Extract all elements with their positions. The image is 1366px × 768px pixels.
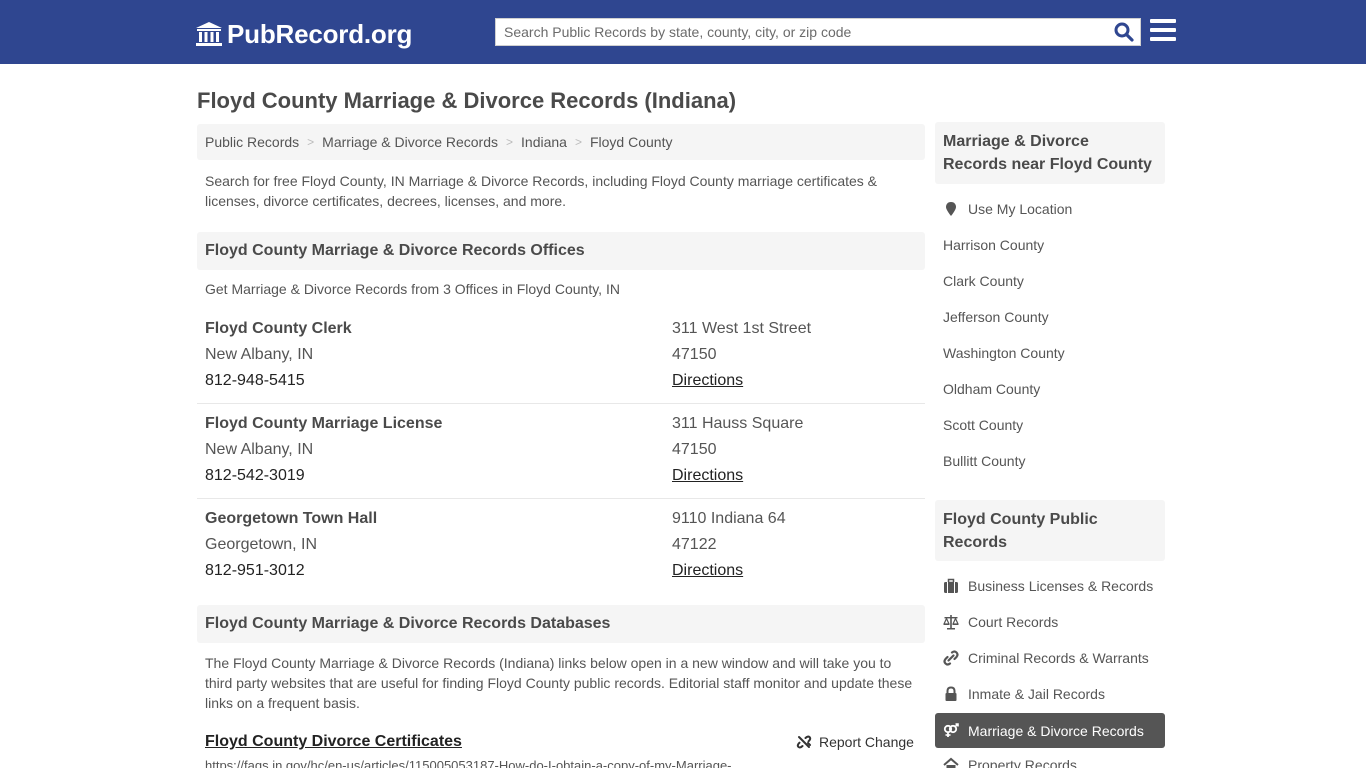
sidebar-item-label: Inmate & Jail Records (968, 686, 1105, 702)
office-phone[interactable]: 812-542-3019 (205, 467, 305, 485)
office-zip: 47122 (672, 536, 717, 553)
logo-text: PubRecord.org (227, 18, 413, 49)
sidebar-item-court[interactable]: Court Records (943, 614, 1058, 630)
search-button[interactable] (1112, 21, 1136, 43)
courthouse-icon (196, 22, 222, 46)
scales-icon (943, 615, 959, 630)
sidebar-item-marriage-divorce[interactable]: Marriage & Divorce Records (935, 713, 1165, 748)
office-directions-link[interactable]: Directions (672, 467, 743, 485)
page-title: Floyd County Marriage & Divorce Records … (197, 88, 737, 113)
sidebar-item-property[interactable]: Property Records (943, 757, 1077, 768)
public-records-heading: Floyd County Public Records (935, 500, 1165, 561)
office-address: 9110 Indiana 64 (672, 510, 786, 527)
report-change-button[interactable]: Report Change (796, 734, 914, 750)
office-zip: 47150 (672, 441, 717, 458)
breadcrumb: Public Records > Marriage & Divorce Reco… (197, 124, 925, 160)
search-input[interactable] (496, 19, 1096, 45)
databases-heading: Floyd County Marriage & Divorce Records … (197, 605, 925, 643)
site-header: PubRecord.org (0, 0, 1366, 64)
office-address: 311 West 1st Street (672, 320, 812, 337)
sidebar-item-inmate[interactable]: Inmate & Jail Records (943, 686, 1105, 702)
breadcrumb-marriage-divorce[interactable]: Marriage & Divorce Records (322, 134, 498, 150)
link-icon (943, 650, 959, 666)
nearby-county-link[interactable]: Washington County (943, 345, 1065, 361)
office-name: Floyd County Clerk (205, 320, 352, 337)
office-city: New Albany, IN (205, 346, 314, 363)
breadcrumb-indiana[interactable]: Indiana (521, 134, 567, 150)
divider (197, 403, 925, 404)
sidebar-item-criminal[interactable]: Criminal Records & Warrants (943, 650, 1149, 666)
databases-description: The Floyd County Marriage & Divorce Reco… (205, 655, 913, 711)
breadcrumb-separator: > (307, 135, 315, 149)
sidebar-item-business[interactable]: Business Licenses & Records (943, 578, 1153, 594)
office-item: Floyd County Clerk New Albany, IN 812-94… (197, 320, 925, 415)
intro-text: Search for free Floyd County, IN Marriag… (205, 173, 878, 209)
search-icon (1114, 22, 1134, 42)
office-item: Georgetown Town Hall Georgetown, IN 812-… (197, 510, 925, 605)
search-box (495, 18, 1141, 46)
office-item: Floyd County Marriage License New Albany… (197, 415, 925, 510)
office-phone[interactable]: 812-951-3012 (205, 562, 305, 580)
divider (197, 498, 925, 499)
office-directions-link[interactable]: Directions (672, 562, 743, 580)
sidebar-item-label: Marriage & Divorce Records (968, 722, 1144, 739)
use-my-location-button[interactable]: Use My Location (943, 201, 1072, 217)
breadcrumb-separator: > (506, 135, 514, 149)
breadcrumb-floyd-county[interactable]: Floyd County (590, 134, 672, 150)
office-zip: 47150 (672, 346, 717, 363)
breadcrumb-separator: > (574, 135, 582, 149)
sidebar-item-label: Criminal Records & Warrants (968, 650, 1149, 666)
database-url: https://faqs.in.gov/hc/en-us/articles/11… (205, 758, 732, 768)
broken-link-icon (796, 735, 812, 749)
site-logo[interactable]: PubRecord.org (195, 18, 412, 50)
offices-heading: Floyd County Marriage & Divorce Records … (197, 232, 925, 270)
office-directions-link[interactable]: Directions (672, 372, 743, 390)
office-name: Georgetown Town Hall (205, 510, 378, 527)
sidebar-item-label: Court Records (968, 614, 1059, 630)
nearby-county-link[interactable]: Harrison County (943, 237, 1044, 253)
nearby-county-link[interactable]: Bullitt County (943, 453, 1025, 469)
lock-icon (945, 686, 957, 701)
briefcase-icon (944, 578, 958, 593)
nearby-heading: Marriage & Divorce Records near Floyd Co… (935, 122, 1165, 184)
office-address: 311 Hauss Square (672, 415, 804, 432)
map-marker-icon (946, 202, 956, 216)
nearby-county-link[interactable]: Jefferson County (943, 309, 1049, 325)
sidebar-item-label: Business Licenses & Records (968, 578, 1154, 594)
nearby-county-link[interactable]: Scott County (943, 417, 1023, 433)
report-change-label: Report Change (819, 734, 914, 750)
office-city: New Albany, IN (205, 441, 314, 458)
offices-subtext: Get Marriage & Divorce Records from 3 Of… (205, 281, 620, 297)
database-link[interactable]: Floyd County Divorce Certificates (205, 733, 462, 751)
sidebar-item-label: Property Records (968, 757, 1077, 768)
nearby-county-link[interactable]: Oldham County (943, 381, 1040, 397)
nearby-county-link[interactable]: Clark County (943, 273, 1024, 289)
hamburger-menu-button[interactable] (1150, 19, 1176, 43)
office-name: Floyd County Marriage License (205, 415, 443, 432)
use-my-location-label: Use My Location (968, 201, 1073, 217)
hamburger-menu-icon (1150, 19, 1176, 23)
breadcrumb-public-records[interactable]: Public Records (205, 134, 299, 150)
office-city: Georgetown, IN (205, 536, 318, 553)
office-phone[interactable]: 812-948-5415 (205, 372, 305, 390)
gender-icon (943, 722, 959, 737)
home-icon (943, 757, 959, 768)
